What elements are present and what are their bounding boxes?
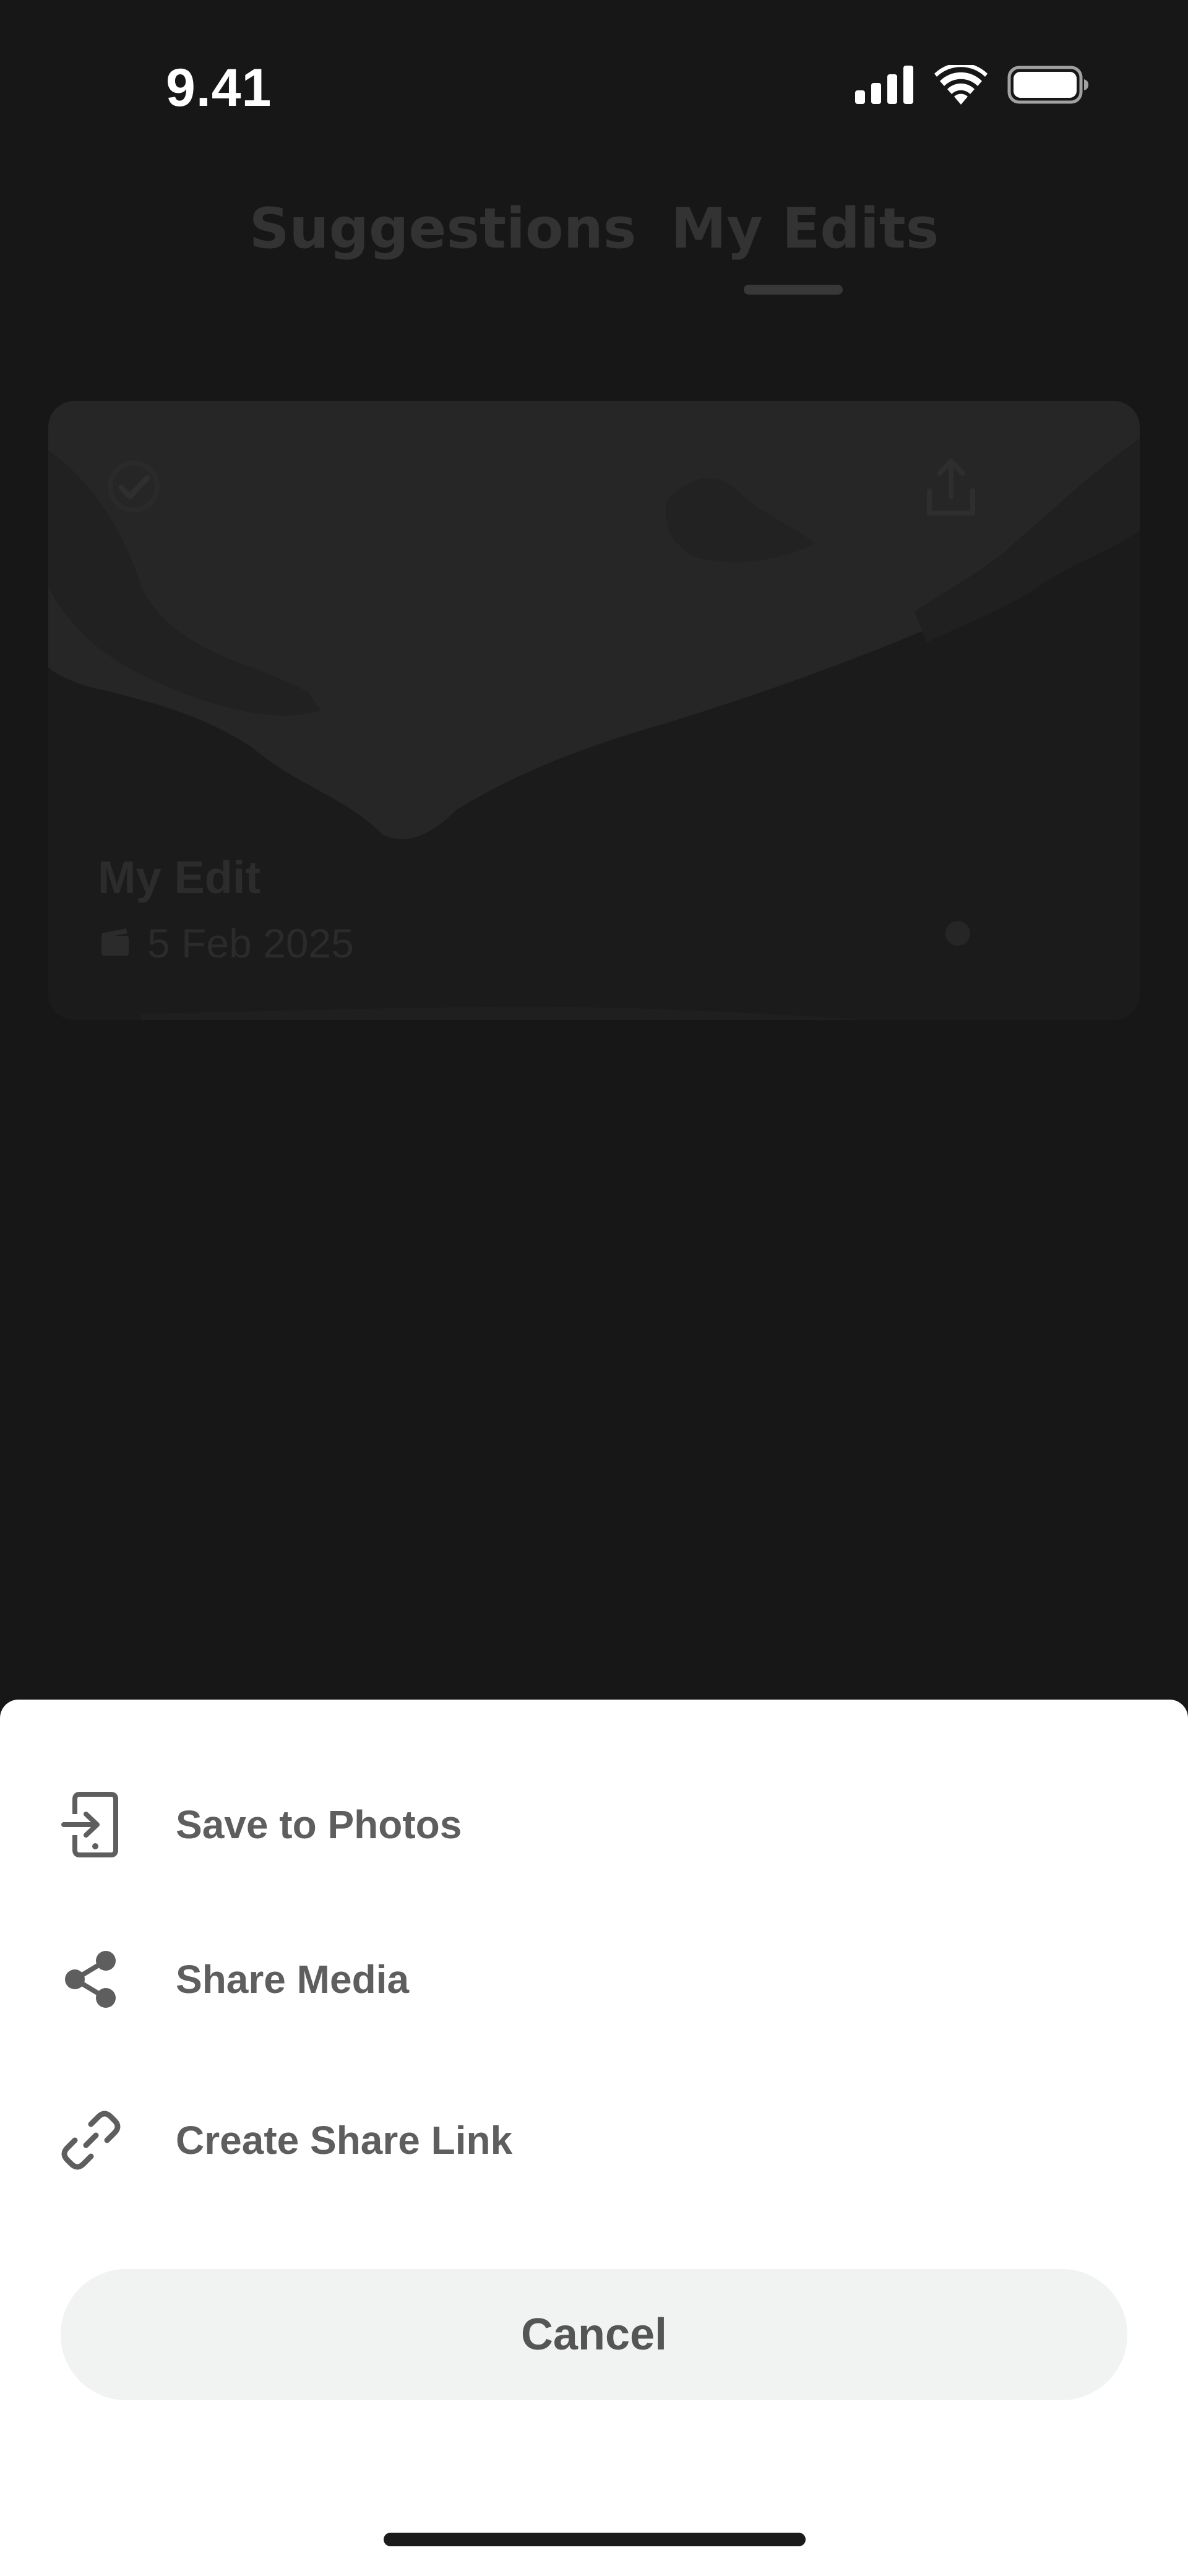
- checkmark-select-icon[interactable]: [104, 457, 163, 516]
- tab-bar: Suggestions My Edits: [0, 195, 1188, 263]
- battery-icon: [1007, 66, 1089, 107]
- action-sheet: Save to Photos Share Media Create Share …: [0, 1700, 1188, 2576]
- clapperboard-icon: [99, 926, 131, 961]
- edit-date: 5 Feb 2025: [147, 920, 354, 966]
- share-media-label: Share Media: [176, 1957, 410, 2002]
- create-share-link-item[interactable]: Create Share Link: [0, 2078, 1188, 2202]
- tab-my-edits[interactable]: My Edits: [671, 195, 939, 263]
- cancel-button[interactable]: Cancel: [61, 2269, 1127, 2400]
- edit-title: My Edit: [98, 852, 261, 903]
- edit-date-row: 5 Feb 2025: [99, 918, 354, 968]
- link-icon: [57, 2106, 125, 2174]
- save-to-photos-label: Save to Photos: [176, 1802, 462, 1847]
- tab-suggestions[interactable]: Suggestions: [249, 195, 637, 263]
- cellular-signal-icon: [855, 66, 915, 107]
- status-time: 9.41: [166, 58, 272, 118]
- app-screen: 9.41 Suggestions My Edits My Edit 5 Feb …: [0, 0, 1188, 2576]
- share-media-item[interactable]: Share Media: [0, 1917, 1188, 2041]
- save-to-photos-item[interactable]: Save to Photos: [0, 1763, 1188, 1887]
- active-tab-indicator: [744, 285, 843, 295]
- status-icons: [855, 63, 1089, 108]
- create-share-link-label: Create Share Link: [176, 2118, 513, 2163]
- edit-card[interactable]: My Edit 5 Feb 2025: [48, 401, 1140, 1020]
- share-icon: [57, 1945, 125, 2013]
- save-to-phone-icon: [57, 1791, 125, 1859]
- wifi-icon: [934, 63, 988, 108]
- home-indicator[interactable]: [384, 2533, 806, 2546]
- export-icon[interactable]: [917, 454, 985, 522]
